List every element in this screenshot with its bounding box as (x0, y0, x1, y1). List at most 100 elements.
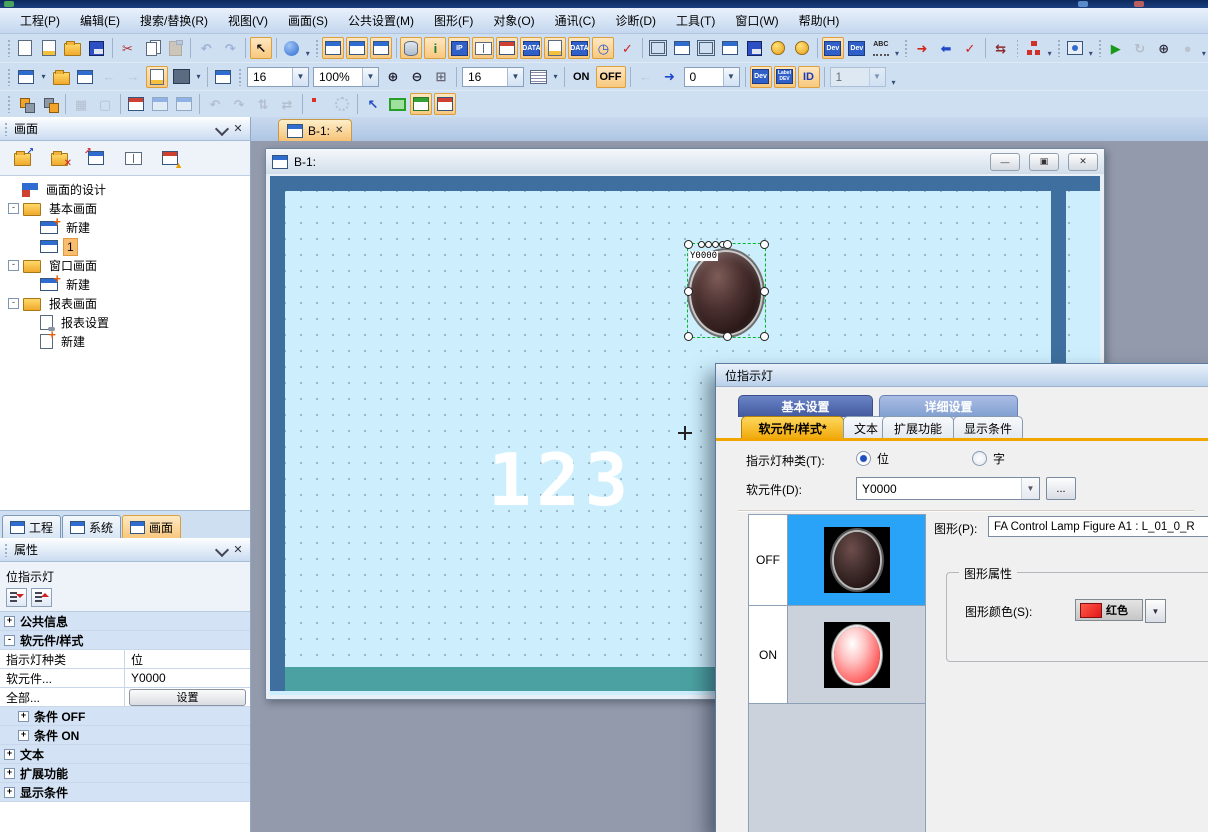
screen-window-icon[interactable] (346, 37, 368, 59)
simulator-find-icon[interactable]: ⊕ (1153, 37, 1175, 59)
export-window-icon[interactable] (434, 93, 456, 115)
open-screen-icon[interactable] (50, 66, 72, 88)
align-window-icon[interactable] (125, 93, 147, 115)
object-setting-icon[interactable] (331, 93, 353, 115)
package-open-icon[interactable] (791, 37, 813, 59)
data-grid-icon[interactable]: DATA (568, 37, 590, 59)
zoom-fit-icon[interactable]: ⊞ (430, 66, 452, 88)
package-data-icon[interactable] (767, 37, 789, 59)
tree-item-新建[interactable]: 新建 (0, 275, 250, 294)
comment-list-icon[interactable] (472, 37, 494, 59)
flip-vertical-icon[interactable]: ⇅ (252, 93, 274, 115)
close-screen-icon[interactable] (74, 66, 96, 88)
toolbar-overflow-icon[interactable]: ▾ (304, 36, 312, 60)
pin-icon[interactable] (214, 542, 230, 558)
close-screen-button[interactable]: ✕ (45, 145, 73, 171)
device-display-icon[interactable]: Dev (750, 66, 772, 88)
prop-settings-button[interactable]: 设置 (129, 689, 246, 706)
paste-icon[interactable] (164, 37, 186, 59)
prop-row-全部...[interactable]: 全部...设置 (0, 688, 250, 707)
rotate-right-icon[interactable]: ↷ (228, 93, 250, 115)
panel-grip[interactable] (4, 543, 8, 557)
shape-name-field[interactable]: FA Control Lamp Figure A1 : L_01_0_R (988, 516, 1208, 537)
state-preview-list[interactable]: OFFON (748, 514, 926, 832)
close-icon[interactable]: ✕ (1068, 153, 1098, 171)
read-from-got-icon[interactable]: ⬅ (935, 37, 957, 59)
device-combo[interactable]: Y0000 ▼ (856, 477, 1040, 500)
edit-vertex-icon[interactable] (307, 93, 329, 115)
menu-item-5[interactable]: 画面(S) (278, 9, 338, 32)
state-next-icon[interactable]: ➜ (659, 66, 681, 88)
nav-back-icon[interactable]: ← (98, 66, 120, 88)
pin-icon[interactable] (214, 121, 230, 137)
open-project-icon[interactable] (62, 37, 84, 59)
write-to-got-icon[interactable]: ➜ (911, 37, 933, 59)
dialog-titlebar[interactable]: 位指示灯 (716, 364, 1208, 387)
simulator-stop-icon[interactable]: ● (1177, 37, 1199, 59)
simulator-set-icon[interactable]: ↻ (1129, 37, 1151, 59)
data-check-icon[interactable]: ✓ (616, 37, 638, 59)
prop-view-sort-icon[interactable] (31, 588, 52, 607)
communication-setup-icon[interactable]: ⇆ (990, 37, 1012, 59)
tree-expander-icon[interactable]: - (8, 298, 19, 309)
prop-view-category-icon[interactable] (6, 588, 27, 607)
dock-tab-画面[interactable]: 画面 (122, 515, 181, 538)
screen-preview-icon[interactable] (146, 66, 168, 88)
screen-property-icon[interactable] (370, 37, 392, 59)
resize-handle[interactable] (684, 332, 693, 341)
canvas-number-text[interactable]: 123 (488, 438, 633, 522)
chevron-down-icon[interactable]: ▼ (292, 68, 308, 86)
menu-item-3[interactable]: 搜索/替换(R) (130, 9, 218, 32)
save-red-icon[interactable] (743, 37, 765, 59)
toolbar-overflow-icon[interactable]: ▾ (888, 65, 900, 89)
prop-row-软元件...[interactable]: 软元件...Y0000 (0, 669, 250, 688)
resize-handle[interactable] (684, 287, 693, 296)
menu-item-4[interactable]: 视图(V) (218, 9, 278, 32)
select-area-icon[interactable] (386, 93, 408, 115)
menu-item-1[interactable]: 工程(P) (10, 9, 70, 32)
tree-expander-icon[interactable]: - (8, 260, 19, 271)
parts-list-icon[interactable] (496, 37, 518, 59)
chevron-down-icon[interactable]: ▼ (723, 68, 739, 86)
tree-item-基本画面[interactable]: -基本画面 (0, 199, 250, 218)
selected-lamp-object[interactable]: Y0000 (687, 243, 766, 338)
menu-item-8[interactable]: 对象(O) (483, 9, 544, 32)
device-browse-button[interactable]: ... (1046, 477, 1076, 500)
grid-size-combo[interactable]: 16▼ (462, 67, 524, 87)
resize-handle[interactable] (723, 332, 732, 341)
flip-horizontal-icon[interactable]: ⇄ (276, 93, 298, 115)
expander-icon[interactable]: + (4, 616, 15, 627)
save-project-icon[interactable] (86, 37, 108, 59)
toolbar-overflow-icon[interactable]: ▾ (1087, 36, 1095, 60)
dropdown-caret-icon[interactable]: ▾ (193, 66, 204, 88)
close-icon[interactable]: ✕ (230, 542, 246, 558)
toolbar-overflow-icon[interactable]: ▾ (1045, 36, 1053, 60)
tab-close-icon[interactable]: ✕ (335, 125, 343, 136)
resize-handle[interactable] (760, 332, 769, 341)
expander-icon[interactable]: + (18, 711, 29, 722)
dialog-tab-显示条件[interactable]: 显示条件 (953, 416, 1023, 439)
prop-section-扩展功能[interactable]: +扩展功能 (0, 764, 250, 783)
expander-icon[interactable]: + (4, 768, 15, 779)
ip-setting-icon[interactable]: IP (448, 37, 470, 59)
chevron-down-icon[interactable]: ▼ (362, 68, 378, 86)
grid-display-icon[interactable] (527, 66, 549, 88)
window-restore-icon[interactable] (647, 37, 669, 59)
preview-row-ON[interactable]: ON (749, 606, 925, 704)
cut-icon[interactable]: ✂ (116, 37, 138, 59)
id-display[interactable]: ID (798, 66, 820, 88)
prop-section-公共信息[interactable]: +公共信息 (0, 612, 250, 631)
tree-item-窗口画面[interactable]: -窗口画面 (0, 256, 250, 275)
menu-item-6[interactable]: 公共设置(M) (338, 9, 424, 32)
state-combo[interactable]: 0▼ (684, 67, 740, 87)
screen-alarm-button[interactable]: ▲ (156, 145, 184, 171)
system-tree-icon[interactable] (1022, 37, 1044, 59)
redo-icon[interactable]: ↷ (219, 37, 241, 59)
screen-frame-icon[interactable] (695, 37, 717, 59)
undo-icon[interactable]: ↶ (195, 37, 217, 59)
prop-section-文本[interactable]: +文本 (0, 745, 250, 764)
screen-copy-icon[interactable] (322, 37, 344, 59)
preview-row-OFF[interactable]: OFF (749, 515, 925, 606)
expander-icon[interactable]: - (4, 635, 15, 646)
prop-section-显示条件[interactable]: +显示条件 (0, 783, 250, 802)
